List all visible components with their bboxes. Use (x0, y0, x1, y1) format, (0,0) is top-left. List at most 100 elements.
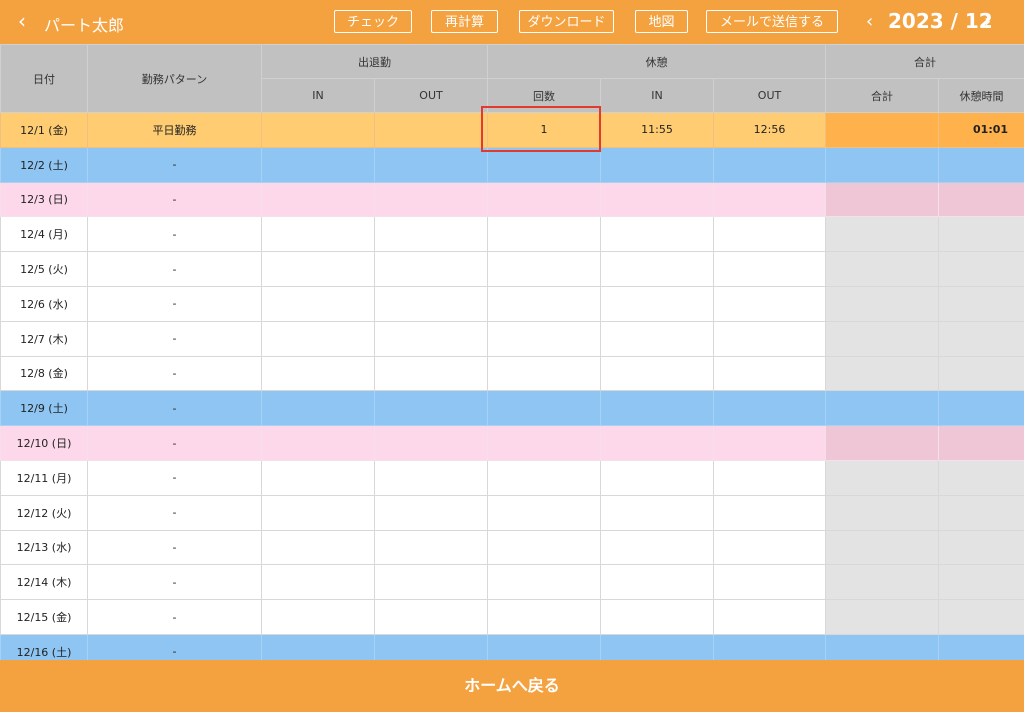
break-in-cell[interactable] (600, 216, 714, 253)
table-row[interactable]: 12/12 (火) - (0, 494, 1024, 531)
table-row[interactable]: 12/7 (木) - (0, 320, 1024, 357)
break-out-cell[interactable] (712, 564, 827, 601)
in-cell[interactable] (261, 390, 375, 427)
table-row[interactable]: 12/14 (木) - (0, 564, 1024, 601)
break-count-cell[interactable] (487, 529, 601, 566)
out-cell[interactable] (374, 216, 488, 253)
send-mail-button[interactable]: メールで送信する (706, 10, 838, 33)
break-count-cell[interactable] (487, 285, 601, 322)
in-cell[interactable] (261, 494, 375, 531)
break-out-cell[interactable] (712, 181, 827, 218)
break-in-cell[interactable] (600, 320, 714, 357)
break-in-cell[interactable] (600, 633, 714, 660)
out-cell[interactable] (374, 355, 488, 392)
work-pattern-cell[interactable]: - (87, 285, 262, 322)
work-pattern-cell[interactable]: - (87, 494, 262, 531)
break-count-cell[interactable] (487, 564, 601, 601)
break-in-cell[interactable] (600, 564, 714, 601)
in-cell[interactable] (261, 459, 375, 496)
work-pattern-cell[interactable]: - (87, 564, 262, 601)
timesheet-table[interactable]: 日付 勤務パターン 出退勤 休憩 合計 IN OUT 回数 IN OUT 合計 … (0, 44, 1024, 660)
break-count-cell[interactable] (487, 181, 601, 218)
out-cell[interactable] (374, 459, 488, 496)
break-out-cell[interactable] (712, 599, 827, 635)
break-count-cell[interactable] (487, 459, 601, 496)
out-cell[interactable] (374, 529, 488, 566)
break-count-cell[interactable] (487, 320, 601, 357)
break-count-cell[interactable] (487, 633, 601, 660)
table-row[interactable]: 12/8 (金) - (0, 355, 1024, 392)
out-cell[interactable] (374, 390, 488, 427)
work-pattern-cell[interactable]: - (87, 529, 262, 566)
table-row[interactable]: 12/16 (土) - (0, 633, 1024, 660)
table-row[interactable]: 12/11 (月) - (0, 459, 1024, 496)
table-row[interactable]: 12/4 (月) - (0, 216, 1024, 253)
map-button[interactable]: 地図 (635, 10, 688, 33)
break-in-cell[interactable] (600, 390, 714, 427)
break-in-cell[interactable] (600, 285, 714, 322)
break-count-cell[interactable] (487, 425, 601, 461)
in-cell[interactable] (261, 216, 375, 253)
out-cell[interactable] (374, 251, 488, 287)
out-cell[interactable] (374, 181, 488, 218)
in-cell[interactable] (261, 599, 375, 635)
table-row[interactable]: 12/10 (日) - (0, 425, 1024, 461)
table-row[interactable]: 12/15 (金) - (0, 599, 1024, 635)
break-count-cell[interactable] (487, 216, 601, 253)
out-cell[interactable] (374, 285, 488, 322)
break-count-cell[interactable] (487, 146, 601, 183)
out-cell[interactable] (374, 599, 488, 635)
in-cell[interactable] (261, 564, 375, 601)
out-cell[interactable] (374, 425, 488, 461)
break-in-cell[interactable] (600, 599, 714, 635)
work-pattern-cell[interactable]: - (87, 459, 262, 496)
break-count-cell[interactable] (487, 494, 601, 531)
work-pattern-cell[interactable]: - (87, 251, 262, 287)
break-in-cell[interactable] (600, 494, 714, 531)
work-pattern-cell[interactable]: - (87, 390, 262, 427)
work-pattern-cell[interactable]: - (87, 599, 262, 635)
prev-month-chevron-icon[interactable]: ‹ (866, 11, 873, 32)
break-count-cell[interactable]: 1 (487, 112, 601, 148)
in-cell[interactable] (261, 529, 375, 566)
break-count-cell[interactable] (487, 599, 601, 635)
in-cell[interactable] (261, 320, 375, 357)
table-row[interactable]: 12/9 (土) - (0, 390, 1024, 427)
next-month-chevron-icon[interactable]: › (984, 11, 991, 32)
download-button[interactable]: ダウンロード (519, 10, 614, 33)
table-row[interactable]: 12/3 (日) - (0, 181, 1024, 218)
out-cell[interactable] (374, 494, 488, 531)
break-count-cell[interactable] (487, 251, 601, 287)
break-in-cell[interactable] (600, 425, 714, 461)
work-pattern-cell[interactable]: - (87, 320, 262, 357)
in-cell[interactable] (261, 285, 375, 322)
in-cell[interactable] (261, 251, 375, 287)
table-row[interactable]: 12/6 (水) - (0, 285, 1024, 322)
out-cell[interactable] (374, 146, 488, 183)
break-out-cell[interactable]: 12:56 (712, 112, 827, 148)
break-count-cell[interactable] (487, 390, 601, 427)
in-cell[interactable] (261, 355, 375, 392)
break-count-cell[interactable] (487, 355, 601, 392)
work-pattern-cell[interactable]: - (87, 216, 262, 253)
table-row[interactable]: 12/1 (金) 平日勤務 1 11:55 12:56 01:01 (0, 112, 1024, 148)
break-out-cell[interactable] (712, 146, 827, 183)
table-row[interactable]: 12/2 (土) - (0, 146, 1024, 183)
break-out-cell[interactable] (712, 216, 827, 253)
back-chevron-icon[interactable]: ‹ (18, 9, 26, 33)
check-button[interactable]: チェック (334, 10, 412, 33)
out-cell[interactable] (374, 320, 488, 357)
out-cell[interactable] (374, 112, 488, 148)
work-pattern-cell[interactable]: - (87, 146, 262, 183)
break-in-cell[interactable] (600, 181, 714, 218)
in-cell[interactable] (261, 112, 375, 148)
break-out-cell[interactable] (712, 529, 827, 566)
in-cell[interactable] (261, 146, 375, 183)
in-cell[interactable] (261, 633, 375, 660)
in-cell[interactable] (261, 181, 375, 218)
work-pattern-cell[interactable]: - (87, 355, 262, 392)
break-out-cell[interactable] (712, 320, 827, 357)
break-out-cell[interactable] (712, 390, 827, 427)
break-out-cell[interactable] (712, 494, 827, 531)
break-in-cell[interactable] (600, 251, 714, 287)
